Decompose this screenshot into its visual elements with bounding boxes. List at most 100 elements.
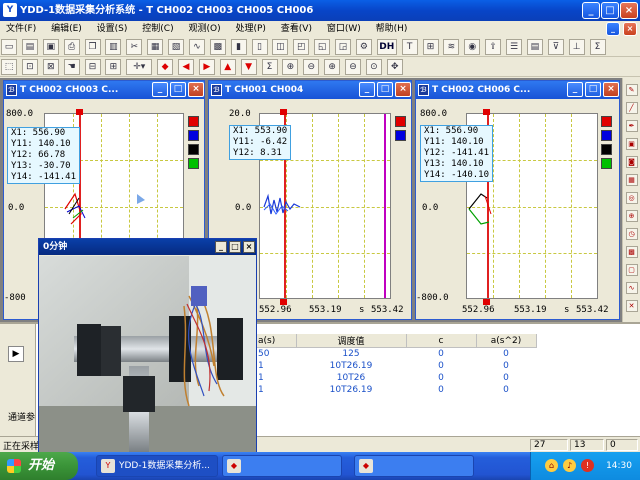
- table-cell[interactable]: 0: [406, 384, 476, 396]
- table-cell[interactable]: 0: [476, 372, 536, 384]
- sum-icon[interactable]: Σ: [261, 59, 278, 75]
- grid-small-icon[interactable]: ▩: [625, 246, 638, 258]
- wave-icon[interactable]: ∿: [188, 39, 205, 55]
- pan-icon[interactable]: ✥: [386, 59, 403, 75]
- save-icon[interactable]: ▣: [42, 39, 59, 55]
- spectrum-icon[interactable]: ▯: [251, 39, 268, 55]
- chart-window-3-titlebar[interactable]: ℬ T CH002 CH006 C... _ □ ×: [416, 81, 619, 99]
- record-icon[interactable]: ◉: [464, 39, 481, 55]
- disk-icon[interactable]: ▣: [625, 138, 638, 150]
- list-icon[interactable]: ☰: [506, 39, 522, 55]
- col-header[interactable]: 调度值: [296, 334, 407, 348]
- text-icon[interactable]: T: [401, 39, 418, 55]
- measure-icon[interactable]: ⊞: [422, 39, 439, 55]
- chart-window-1-minimize[interactable]: _: [152, 82, 168, 97]
- menu-file[interactable]: 文件(F): [0, 21, 42, 37]
- channel-swatch-green[interactable]: [188, 158, 199, 169]
- cursor-top-marker[interactable]: [483, 109, 490, 115]
- clock-icon[interactable]: ◷: [625, 228, 638, 240]
- crosshair-icon[interactable]: ✛▾: [126, 59, 153, 75]
- chart-window-3-minimize[interactable]: _: [567, 82, 583, 97]
- chart-window-1-titlebar[interactable]: ℬ T CH002 CH003 C... _ □ ×: [4, 81, 204, 99]
- table-cell[interactable]: 0: [406, 372, 476, 384]
- dh-button[interactable]: DH: [376, 39, 397, 55]
- start-button[interactable]: 开始: [0, 452, 78, 480]
- marker-icon[interactable]: ◆: [157, 59, 174, 75]
- close-button[interactable]: ×: [620, 2, 638, 19]
- pen-icon[interactable]: ✒: [625, 120, 638, 132]
- chart-window-1-maximize[interactable]: □: [170, 82, 186, 97]
- table-row[interactable]: 1 10T26 0 0: [256, 372, 640, 384]
- video-minimize-button[interactable]: _: [215, 241, 227, 253]
- bar-chart-icon[interactable]: ▮: [230, 39, 247, 55]
- menu-edit[interactable]: 编辑(E): [45, 21, 88, 37]
- table-cell[interactable]: 125: [296, 348, 406, 360]
- volume-icon[interactable]: ♪: [563, 459, 576, 472]
- table-cell[interactable]: 0: [406, 360, 476, 372]
- menu-help[interactable]: 帮助(H): [370, 21, 414, 37]
- select-icon[interactable]: ⬚: [1, 59, 17, 75]
- camera-icon[interactable]: ◙: [625, 156, 638, 168]
- taskbar-item-ydd[interactable]: Y YDD-1数据采集分析...: [96, 455, 218, 477]
- arrow-right-icon[interactable]: ▶: [198, 59, 215, 75]
- calc-icon[interactable]: Σ: [589, 39, 606, 55]
- wave-small-icon[interactable]: ∿: [625, 282, 638, 294]
- menu-process[interactable]: 处理(P): [229, 21, 271, 37]
- zoom-reset-icon[interactable]: ⊙: [365, 59, 382, 75]
- data-table[interactable]: a(s) 调度值 c a(s^2) 50 125 0 0 1 10T26.19 …: [256, 334, 640, 396]
- line-icon[interactable]: ╱: [625, 102, 638, 114]
- table-row[interactable]: 50 125 0 0: [256, 348, 640, 360]
- axis-icon[interactable]: ⊥: [568, 39, 585, 55]
- col-header[interactable]: c: [406, 334, 477, 348]
- channel-swatch-black[interactable]: [601, 144, 612, 155]
- zoom-box-icon[interactable]: ⊟: [84, 59, 101, 75]
- hand-icon[interactable]: ☚: [63, 59, 80, 75]
- channel-swatch-blue[interactable]: [601, 130, 612, 141]
- chart-icon[interactable]: ▧: [168, 39, 184, 55]
- open-folder-icon[interactable]: ▤: [21, 39, 38, 55]
- tile-icon[interactable]: ◱: [314, 39, 331, 55]
- menu-settings[interactable]: 设置(S): [91, 21, 134, 37]
- arrow-up-icon[interactable]: ▲: [219, 59, 236, 75]
- table-cell[interactable]: 10T26: [296, 372, 406, 384]
- region-icon[interactable]: ⊡: [21, 59, 38, 75]
- channel-swatch-green[interactable]: [601, 158, 612, 169]
- table-cell[interactable]: 0: [476, 360, 536, 372]
- table-icon[interactable]: ▦: [147, 39, 164, 55]
- table-cell[interactable]: 0: [406, 348, 476, 360]
- chart-window-3[interactable]: ℬ T CH002 CH006 C... _ □ × 800.0 0.0 -80…: [415, 80, 620, 320]
- channel-swatch-blue[interactable]: [188, 130, 199, 141]
- channel-swatch-blue[interactable]: [395, 130, 406, 141]
- table-cell[interactable]: 1: [256, 372, 296, 384]
- table-cell[interactable]: 10T26.19: [296, 384, 406, 396]
- menu-view[interactable]: 查看(V): [275, 21, 318, 37]
- menu-window[interactable]: 窗口(W): [321, 21, 367, 37]
- signal-icon[interactable]: ≋: [443, 39, 460, 55]
- chart-window-3-close[interactable]: ×: [603, 82, 619, 97]
- film-icon[interactable]: ▦: [625, 174, 638, 186]
- table-cell[interactable]: 50: [256, 348, 296, 360]
- chart-window-2-maximize[interactable]: □: [377, 82, 393, 97]
- video-maximize-button[interactable]: □: [229, 241, 241, 253]
- table-cell[interactable]: 1: [256, 384, 296, 396]
- minimize-button[interactable]: _: [582, 2, 600, 19]
- network-icon[interactable]: ⌂: [545, 459, 558, 472]
- chart-window-3-maximize[interactable]: □: [585, 82, 601, 97]
- cut-icon[interactable]: ✂: [126, 39, 143, 55]
- fit-icon[interactable]: ⊞: [105, 59, 122, 75]
- menu-observe[interactable]: 观测(O): [182, 21, 226, 37]
- chart-window-1-close[interactable]: ×: [188, 82, 204, 97]
- paste-icon[interactable]: ▥: [105, 39, 122, 55]
- chart-window-2-titlebar[interactable]: ℬ T CH001 CH004 _ □ ×: [209, 81, 411, 99]
- x-icon[interactable]: ✕: [625, 300, 638, 312]
- mdi-minimize-button[interactable]: _: [606, 22, 620, 36]
- zoom-out-icon[interactable]: ⊖: [303, 59, 320, 75]
- col-header[interactable]: a(s^2): [476, 334, 537, 348]
- pencil-icon[interactable]: ✎: [625, 84, 638, 96]
- window-icon[interactable]: ◰: [293, 39, 310, 55]
- export-icon[interactable]: ⇪: [485, 39, 502, 55]
- zoom-in-icon[interactable]: ⊕: [282, 59, 299, 75]
- row-pointer-icon[interactable]: ▶: [8, 346, 24, 362]
- grid-icon[interactable]: ▩: [209, 39, 226, 55]
- video-close-button[interactable]: ×: [243, 241, 255, 253]
